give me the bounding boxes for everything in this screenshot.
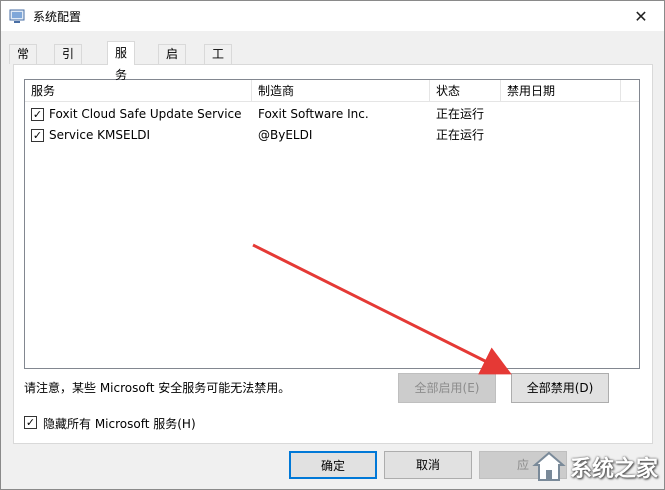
system-config-window: 系统配置 ✕ 常规 引导 服务 启动 工具 服务 制造商 状态 禁用日期 ✓ F… xyxy=(0,0,665,490)
service-name: Foxit Cloud Safe Update Service xyxy=(49,107,242,121)
close-button[interactable]: ✕ xyxy=(618,1,664,31)
service-vendor: Foxit Software Inc. xyxy=(258,107,369,121)
service-checkbox[interactable]: ✓ xyxy=(31,108,44,121)
checkmark-icon: ✓ xyxy=(32,129,43,142)
service-status: 正在运行 xyxy=(436,128,485,142)
column-header-vendor[interactable]: 制造商 xyxy=(252,80,430,102)
column-header-status[interactable]: 状态 xyxy=(430,80,501,102)
services-list[interactable]: 服务 制造商 状态 禁用日期 ✓ Foxit Cloud Safe Update… xyxy=(24,79,640,369)
column-header-disabled-date[interactable]: 禁用日期 xyxy=(501,80,621,102)
msconfig-app-icon xyxy=(9,9,25,23)
disable-all-button[interactable]: 全部禁用(D) xyxy=(511,373,609,403)
watermark: 系统之家 xyxy=(532,449,658,485)
service-name: Service KMSELDI xyxy=(49,128,151,142)
hide-microsoft-label: 隐藏所有 Microsoft 服务(H) xyxy=(43,417,196,431)
service-checkbox[interactable]: ✓ xyxy=(31,129,44,142)
watermark-text: 系统之家 xyxy=(569,457,658,482)
house-logo-icon xyxy=(532,451,566,481)
title-bar: 系统配置 ✕ xyxy=(1,1,664,31)
table-row[interactable]: ✓ Foxit Cloud Safe Update Service Foxit … xyxy=(25,104,639,125)
table-row[interactable]: ✓ Service KMSELDI @ByELDI 正在运行 xyxy=(25,125,639,146)
tab-general[interactable]: 常规 xyxy=(9,44,38,79)
ok-button[interactable]: 确定 xyxy=(289,451,377,479)
tab-boot[interactable]: 引导 xyxy=(54,44,83,79)
hide-microsoft-checkbox[interactable]: ✓ xyxy=(24,416,37,429)
service-status: 正在运行 xyxy=(436,107,485,121)
close-icon: ✕ xyxy=(634,6,648,26)
tab-services[interactable]: 服务 xyxy=(107,41,136,82)
enable-all-button[interactable]: 全部启用(E) xyxy=(398,373,496,403)
cancel-button[interactable]: 取消 xyxy=(384,451,472,479)
checkmark-icon: ✓ xyxy=(25,416,36,429)
window-title: 系统配置 xyxy=(33,10,82,24)
tab-startup[interactable]: 启动 xyxy=(158,44,187,79)
checkmark-icon: ✓ xyxy=(32,108,43,121)
column-header-service[interactable]: 服务 xyxy=(25,80,252,102)
tab-tools[interactable]: 工具 xyxy=(204,44,233,79)
notice-text: 请注意，某些 Microsoft 安全服务可能无法禁用。 xyxy=(24,381,291,395)
service-vendor: @ByELDI xyxy=(258,128,313,142)
services-panel: 服务 制造商 状态 禁用日期 ✓ Foxit Cloud Safe Update… xyxy=(13,64,653,444)
